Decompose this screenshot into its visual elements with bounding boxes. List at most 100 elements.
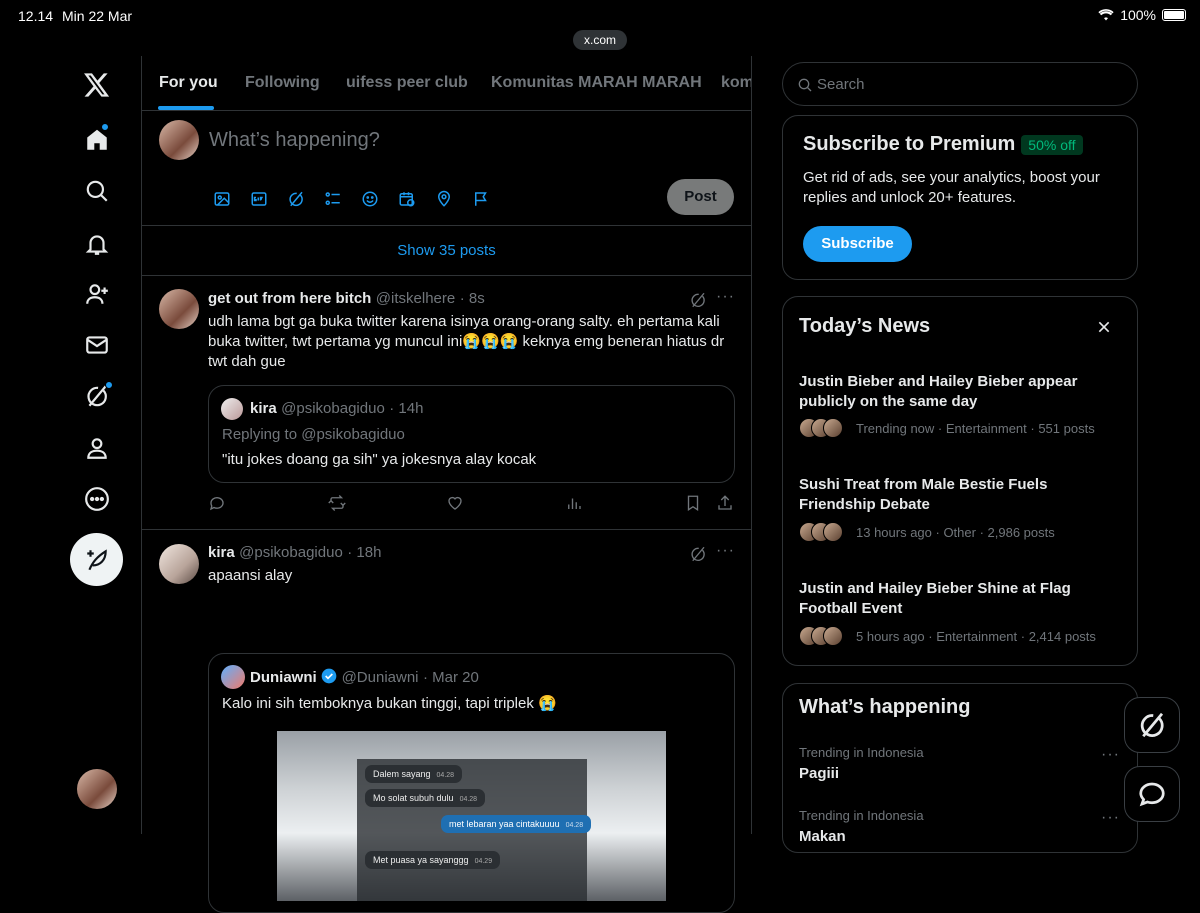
news-item-meta: 13 hours ago · Other · 2,986 posts — [856, 525, 1055, 540]
trend-topic: Makan — [799, 828, 846, 845]
more-options-icon[interactable]: ··· — [716, 288, 735, 306]
emoji-icon[interactable] — [358, 187, 382, 211]
tweet-time[interactable]: · 8s — [460, 290, 485, 307]
timeline-tabs: For you Following uifess peer club Komun… — [142, 56, 751, 111]
close-icon[interactable] — [1096, 319, 1112, 335]
bell-icon[interactable] — [70, 222, 124, 266]
search-icon — [798, 78, 812, 92]
x-logo-icon[interactable] — [70, 63, 124, 107]
reply-icon[interactable] — [208, 494, 228, 514]
like-icon[interactable] — [446, 494, 466, 514]
quote-time: · Mar 20 — [422, 669, 479, 686]
quote-author-handle: @Duniawni — [341, 669, 419, 686]
views-icon[interactable] — [565, 494, 585, 514]
news-avatars — [799, 522, 843, 542]
more-options-icon[interactable]: ··· — [1101, 746, 1120, 764]
messages-floating-button[interactable] — [1124, 766, 1180, 822]
quote-author-name: Duniawni — [250, 669, 317, 686]
tweet-author-name[interactable]: kira — [208, 544, 235, 561]
trend-item[interactable]: Trending in Indonesia Makan — [799, 808, 924, 845]
grok-icon[interactable] — [284, 187, 308, 211]
profile-icon[interactable] — [70, 426, 124, 470]
quote-media-image[interactable]: Dalem sayang 04.28 Mo solat subuh dulu 04.… — [277, 731, 666, 901]
tweet[interactable]: kira @psikobagiduo · 18h ··· apaansi ala… — [142, 530, 751, 913]
quote-reply-to: Replying to @psikobagiduo — [222, 426, 405, 443]
chat-screenshot: Dalem sayang 04.28 Mo solat subuh dulu 04.… — [357, 759, 592, 901]
trend-item[interactable]: Trending in Indonesia Pagiii — [799, 745, 924, 782]
tab-uifess-peer-club[interactable]: uifess peer club — [346, 74, 468, 92]
composer-input[interactable]: What’s happening? — [209, 129, 380, 152]
compose-post-button[interactable] — [70, 533, 123, 586]
tweet[interactable]: get out from here bitch @itskelhere · 8s… — [142, 276, 751, 530]
location-icon[interactable] — [432, 187, 456, 211]
chat-bubble: Mo solat subuh dulu 04.28 — [365, 789, 486, 807]
home-notification-dot — [101, 123, 109, 131]
chat-bubble: Met puasa ya sayanggg 04.29 — [365, 851, 501, 869]
active-tab-indicator — [158, 106, 214, 110]
flag-icon[interactable] — [469, 187, 493, 211]
quoted-tweet[interactable]: Duniawni @Duniawni · Mar 20 Kalo ini sih… — [208, 653, 735, 913]
news-card: Today’s News Justin Bieber and Hailey Bi… — [782, 296, 1138, 666]
search-icon[interactable] — [70, 169, 124, 213]
tweet-time[interactable]: · 18h — [347, 544, 381, 561]
composer: What’s happening? Post — [142, 111, 751, 226]
more-options-icon[interactable]: ··· — [1101, 809, 1120, 827]
tweet-author-handle[interactable]: @psikobagiduo — [239, 544, 343, 561]
premium-card: Subscribe to Premium 50% off Get rid of a… — [782, 115, 1138, 280]
tweet-avatar[interactable] — [159, 544, 199, 584]
trend-topic: Pagiii — [799, 765, 840, 782]
tweet-author-handle[interactable]: @itskelhere — [376, 290, 455, 307]
quote-time: · 14h — [389, 400, 424, 417]
tweet-author-name[interactable]: get out from here bitch — [208, 290, 371, 307]
grok-icon — [1140, 712, 1164, 738]
tab-komunitas-marah-marah[interactable]: Komunitas MARAH MARAH — [491, 74, 702, 92]
home-icon[interactable] — [70, 118, 124, 162]
tab-following[interactable]: Following — [245, 74, 320, 92]
trend-context: Trending in Indonesia — [799, 808, 924, 823]
tweet-text: udh lama bgt ga buka twitter karena isin… — [208, 313, 725, 370]
chat-bubble: met lebaran yaa cintakuuuu 04.28 — [441, 815, 592, 833]
more-circle-icon[interactable] — [70, 477, 124, 521]
tweet-avatar[interactable] — [159, 289, 199, 329]
quote-text: "itu jokes doang ga sih" ya jokesnya ala… — [222, 451, 537, 468]
search-input[interactable]: Search — [817, 76, 865, 93]
composer-avatar — [159, 120, 199, 160]
image-icon[interactable] — [210, 187, 234, 211]
chat-bubble: Dalem sayang 04.28 — [365, 765, 463, 783]
retweet-icon[interactable] — [328, 494, 348, 514]
add-person-icon[interactable] — [70, 272, 124, 316]
news-item-meta: Trending now · Entertainment · 551 posts — [856, 421, 1095, 436]
gif-icon[interactable] — [247, 187, 271, 211]
quote-author-handle: @psikobagiduo — [281, 400, 385, 417]
post-button[interactable]: Post — [667, 179, 734, 215]
more-options-icon[interactable]: ··· — [716, 542, 735, 560]
news-item[interactable]: Sushi Treat from Male Bestie Fuels Frien… — [799, 475, 1119, 542]
search-bar[interactable]: Search — [782, 62, 1138, 106]
tweet-actions — [208, 494, 736, 514]
news-item[interactable]: Justin and Hailey Bieber Shine at Flag F… — [799, 579, 1119, 646]
grok-icon[interactable] — [689, 291, 709, 311]
verified-badge-icon — [321, 668, 337, 684]
grok-floating-button[interactable] — [1124, 697, 1180, 753]
composer-tools — [210, 187, 493, 211]
tab-kom[interactable]: kom — [721, 74, 751, 92]
bookmark-icon[interactable] — [684, 494, 704, 514]
account-avatar[interactable] — [77, 769, 117, 809]
quoted-tweet[interactable]: kira @psikobagiduo · 14h Replying to @ps… — [208, 385, 735, 483]
poll-icon[interactable] — [321, 187, 345, 211]
url-pill[interactable]: x.com — [573, 30, 627, 50]
share-icon[interactable] — [716, 494, 736, 514]
news-item-meta: 5 hours ago · Entertainment · 2,414 post… — [856, 629, 1096, 644]
tweet-text: apaansi alay — [208, 567, 293, 584]
mail-icon[interactable] — [70, 323, 124, 367]
tab-for-you[interactable]: For you — [159, 74, 218, 92]
schedule-icon[interactable] — [395, 187, 419, 211]
news-item[interactable]: Justin Bieber and Hailey Bieber appear p… — [799, 372, 1119, 438]
discount-badge: 50% off — [1021, 134, 1083, 155]
show-posts-link[interactable]: Show 35 posts — [142, 226, 751, 276]
news-title: Today’s News — [799, 315, 931, 337]
left-nav — [70, 0, 124, 834]
grok-icon[interactable] — [689, 545, 709, 565]
grok-icon[interactable] — [70, 374, 124, 418]
subscribe-button[interactable]: Subscribe — [803, 226, 912, 262]
